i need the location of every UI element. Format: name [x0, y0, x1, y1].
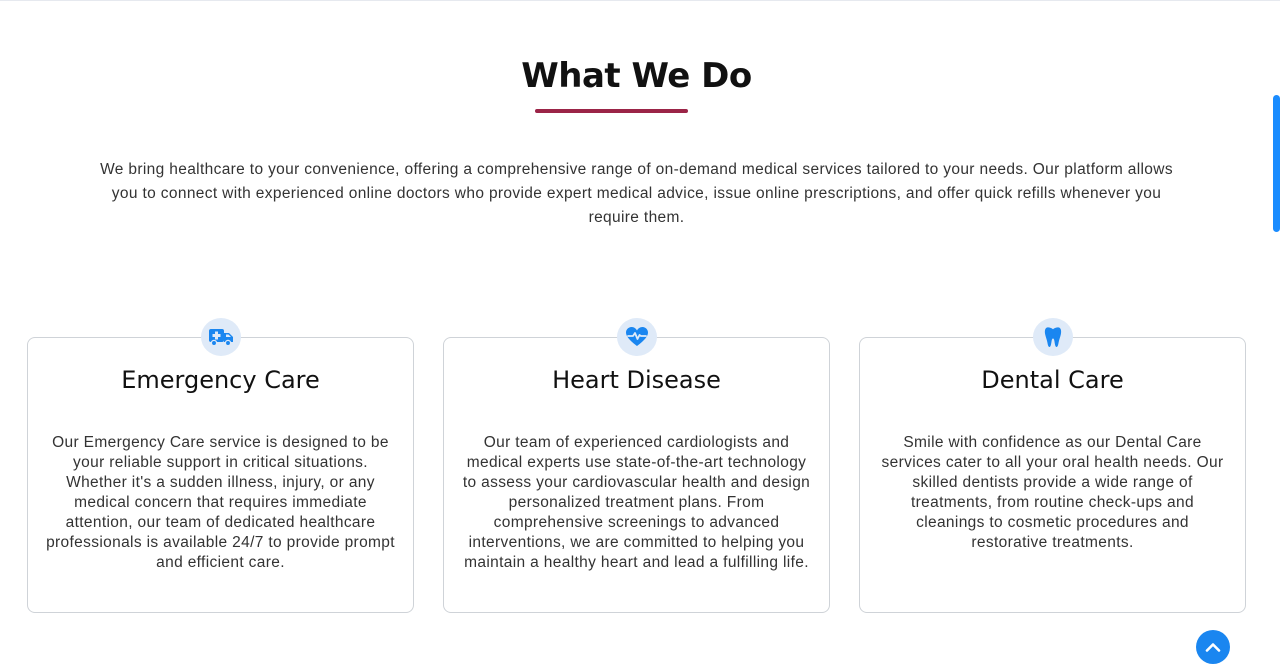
service-card-dental-care: Dental Care Smile with confidence as our… — [859, 318, 1246, 613]
section-intro: We bring healthcare to your convenience,… — [100, 161, 1173, 226]
service-card-emergency-care: Emergency Care Our Emergency Care servic… — [27, 318, 414, 613]
back-to-top-button[interactable] — [1196, 630, 1230, 664]
page: What We Do We bring healthcare to your c… — [0, 0, 1280, 667]
ambulance-icon — [200, 318, 241, 356]
card-description: Our team of experienced cardiologists an… — [462, 434, 811, 571]
chevron-up-icon — [1205, 643, 1221, 652]
card-description: Smile with confidence as our Dental Care… — [881, 434, 1224, 551]
tooth-icon — [1032, 318, 1073, 356]
card-title: Emergency Care — [121, 366, 320, 394]
card-description: Our Emergency Care service is designed t… — [46, 434, 395, 571]
title-underline — [535, 109, 688, 113]
card-title: Dental Care — [981, 366, 1124, 394]
section-title: What We Do — [521, 56, 752, 96]
heart-pulse-icon — [616, 318, 657, 356]
top-divider — [0, 0, 1280, 1]
service-card-heart-disease: Heart Disease Our team of experienced ca… — [443, 318, 830, 613]
scrollbar-thumb[interactable] — [1273, 95, 1280, 232]
card-title: Heart Disease — [552, 366, 721, 394]
